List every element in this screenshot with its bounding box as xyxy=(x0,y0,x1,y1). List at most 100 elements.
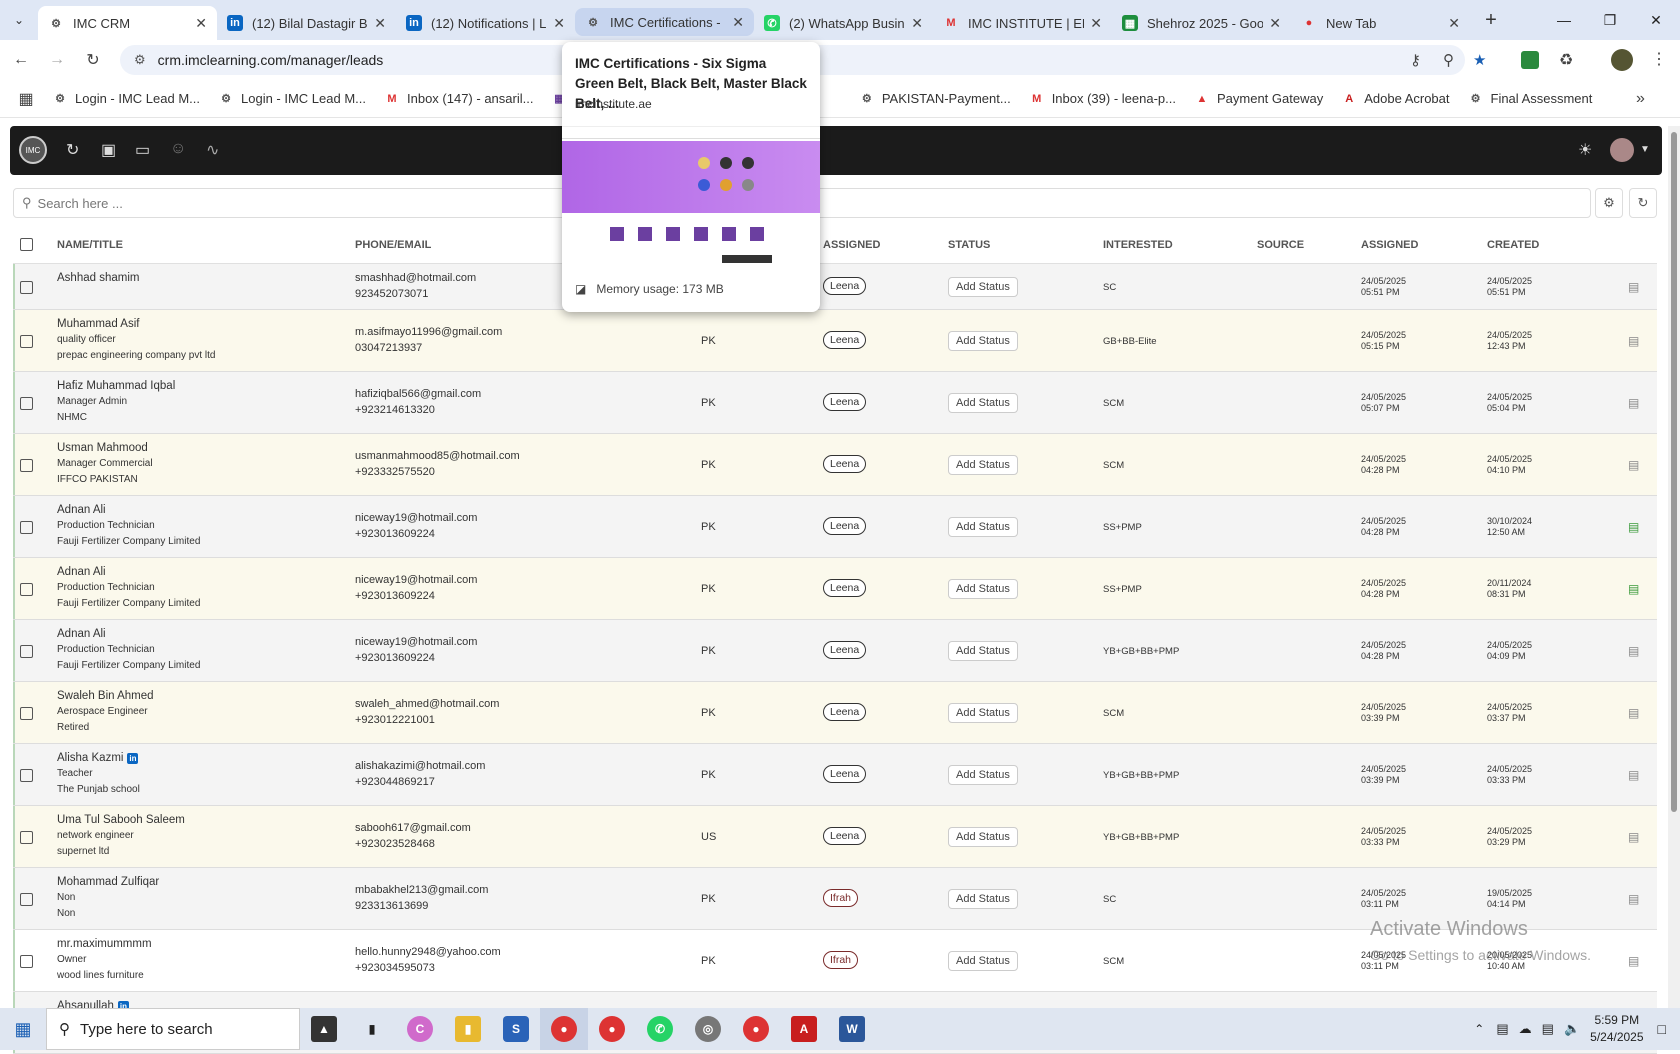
tab-search-icon[interactable]: ⌄ xyxy=(0,0,38,40)
browser-tab[interactable]: in (12) Notifications | Li ✕ xyxy=(396,6,575,40)
chrome-icon[interactable]: ● xyxy=(588,1008,636,1050)
assigned-agent-badge[interactable]: Leena xyxy=(823,331,867,349)
lead-phone[interactable]: 03047213937 xyxy=(355,340,502,356)
refresh-leads-icon[interactable]: ↻ xyxy=(66,140,79,160)
document-icon[interactable]: ▤ xyxy=(1628,396,1639,410)
graduation-cap-icon[interactable]: ▲ xyxy=(300,1008,348,1050)
import-icon[interactable]: ▭ xyxy=(135,140,150,160)
lead-name-cell[interactable]: Uma Tul Sabooh Saleem network engineer sup… xyxy=(57,812,185,860)
theme-toggle-icon[interactable]: ☀ xyxy=(1578,140,1592,160)
forward-icon[interactable]: → xyxy=(42,51,72,69)
lead-phone[interactable]: +923013609224 xyxy=(355,526,477,542)
add-status-button[interactable]: Add Status xyxy=(948,641,1018,661)
lead-name[interactable]: Mohammad Zulfiqar xyxy=(57,874,159,890)
add-status-button[interactable]: Add Status xyxy=(948,951,1018,971)
lead-name-cell[interactable]: Usman Mahmood Manager Commercial IFFCO PAK… xyxy=(57,440,153,488)
new-tab-button[interactable]: + xyxy=(1474,9,1508,32)
task-view-icon[interactable]: ▮ xyxy=(348,1008,396,1050)
table-row[interactable]: Alisha Kazmi in Teacher The Punjab school al… xyxy=(13,744,1657,806)
document-icon[interactable]: ▤ xyxy=(1628,458,1639,472)
copilot-icon[interactable]: C xyxy=(396,1008,444,1050)
document-icon[interactable]: ▤ xyxy=(1628,520,1639,534)
table-row[interactable]: Adnan Ali Production Technician Fauji Fert… xyxy=(13,558,1657,620)
row-checkbox[interactable] xyxy=(20,769,33,782)
chrome-active-icon[interactable]: ● xyxy=(540,1008,588,1050)
close-tab-icon[interactable]: ✕ xyxy=(195,15,207,32)
browser-tab[interactable]: ⚙ IMC Certifications - ✕ xyxy=(575,8,754,36)
lead-name-cell[interactable]: Swaleh Bin Ahmed Aerospace Engineer Retire… xyxy=(57,688,154,736)
profile-avatar[interactable] xyxy=(1611,49,1633,71)
row-checkbox[interactable] xyxy=(20,955,33,968)
apps-grid-icon[interactable]: ▦ xyxy=(0,89,52,109)
assigned-agent-badge[interactable]: Ifrah xyxy=(823,889,859,907)
document-icon[interactable]: ▤ xyxy=(1628,582,1639,596)
col-name[interactable]: NAME/TITLE xyxy=(57,239,123,251)
lead-name-cell[interactable]: Adnan Ali Production Technician Fauji Fert… xyxy=(57,502,200,550)
document-icon[interactable]: ▤ xyxy=(1628,768,1639,782)
add-status-button[interactable]: Add Status xyxy=(948,827,1018,847)
add-status-button[interactable]: Add Status xyxy=(948,277,1018,297)
close-window-icon[interactable]: ✕ xyxy=(1633,0,1679,40)
lead-phone[interactable]: 923313613699 xyxy=(355,898,488,914)
acrobat-icon[interactable]: A xyxy=(780,1008,828,1050)
table-row[interactable]: Muhammad Asif quality officer prepac engin… xyxy=(13,310,1657,372)
lead-phone[interactable]: 923452073071 xyxy=(355,286,476,302)
close-tab-icon[interactable]: ✕ xyxy=(374,15,386,32)
lead-name[interactable]: Ashhad shamim xyxy=(57,270,139,286)
lead-name[interactable]: Alisha Kazmi in xyxy=(57,750,140,766)
select-all-checkbox[interactable] xyxy=(20,238,33,251)
close-tab-icon[interactable]: ✕ xyxy=(553,15,565,32)
lead-phone[interactable]: +923044869217 xyxy=(355,774,485,790)
row-checkbox[interactable] xyxy=(20,583,33,596)
close-tab-icon[interactable]: ✕ xyxy=(1448,15,1460,32)
browser-tab[interactable]: ▦ Shehroz 2025 - Goo ✕ xyxy=(1112,6,1291,40)
bookmark-item[interactable]: ⚙ PAKISTAN-Payment... xyxy=(859,91,1011,107)
lead-email[interactable]: m.asifmayo11996@gmail.com xyxy=(355,324,502,340)
row-checkbox[interactable] xyxy=(20,335,33,348)
assigned-agent-badge[interactable]: Leena xyxy=(823,455,867,473)
browser-tab[interactable]: ● New Tab ✕ xyxy=(1291,6,1470,40)
clock[interactable]: 5:59 PM 5/24/2025 xyxy=(1590,1012,1643,1046)
document-icon[interactable]: ▤ xyxy=(1628,334,1639,348)
lead-name-cell[interactable]: Mohammad Zulfiqar Non Non xyxy=(57,874,159,922)
bookmark-item[interactable]: M Inbox (39) - leena-p... xyxy=(1029,91,1176,107)
row-checkbox[interactable] xyxy=(20,281,33,294)
filter-settings-button[interactable]: ⚙ xyxy=(1595,188,1623,218)
activity-icon[interactable]: ∿ xyxy=(206,140,219,160)
browser-tab[interactable]: ⚙ IMC CRM ✕ xyxy=(38,6,217,40)
lead-name-cell[interactable]: Hafiz Muhammad Iqbal Manager Admin NHMC xyxy=(57,378,175,426)
bookmark-item[interactable]: A Adobe Acrobat xyxy=(1341,91,1449,107)
bookmark-item[interactable]: ⚙ Login - IMC Lead M... xyxy=(52,91,200,107)
add-status-button[interactable]: Add Status xyxy=(948,517,1018,537)
assigned-agent-badge[interactable]: Leena xyxy=(823,277,867,295)
reload-table-button[interactable]: ↻ xyxy=(1629,188,1657,218)
lead-name[interactable]: Adnan Ali xyxy=(57,626,200,642)
col-assigned-agent[interactable]: ASSIGNED xyxy=(823,239,880,251)
lead-name-cell[interactable]: Muhammad Asif quality officer prepac engin… xyxy=(57,316,215,364)
document-icon[interactable]: ▤ xyxy=(1628,954,1639,968)
bookmark-item[interactable]: ⚙ Login - IMC Lead M... xyxy=(218,91,366,107)
assigned-agent-badge[interactable]: Ifrah xyxy=(823,951,859,969)
cloud-icon[interactable]: ☁ xyxy=(1519,1021,1532,1037)
add-status-button[interactable]: Add Status xyxy=(948,703,1018,723)
assigned-agent-badge[interactable]: Leena xyxy=(823,703,867,721)
scrollbar-thumb[interactable] xyxy=(1671,132,1677,812)
browser-menu-icon[interactable]: ⋮ xyxy=(1651,49,1667,69)
lead-phone[interactable]: +923013609224 xyxy=(355,588,477,604)
lead-name[interactable]: Adnan Ali xyxy=(57,502,200,518)
maximize-icon[interactable]: ❐ xyxy=(1587,0,1633,40)
page-scrollbar[interactable] xyxy=(1668,126,1680,1008)
lead-name-cell[interactable]: mr.maximummmm Owner wood lines furniture xyxy=(57,936,152,984)
row-checkbox[interactable] xyxy=(20,459,33,472)
user-icon[interactable]: ☺ xyxy=(170,140,186,158)
lead-name[interactable]: Usman Mahmood xyxy=(57,440,153,456)
lead-phone[interactable]: +923023528468 xyxy=(355,836,471,852)
whatsapp-icon[interactable]: ✆ xyxy=(636,1008,684,1050)
back-icon[interactable]: ← xyxy=(6,51,36,69)
assigned-agent-badge[interactable]: Leena xyxy=(823,579,867,597)
col-interested[interactable]: INTERESTED xyxy=(1103,239,1173,251)
chrome-profile-icon[interactable]: ● xyxy=(732,1008,780,1050)
row-checkbox[interactable] xyxy=(20,397,33,410)
row-checkbox[interactable] xyxy=(20,893,33,906)
col-created[interactable]: CREATED xyxy=(1487,239,1539,251)
